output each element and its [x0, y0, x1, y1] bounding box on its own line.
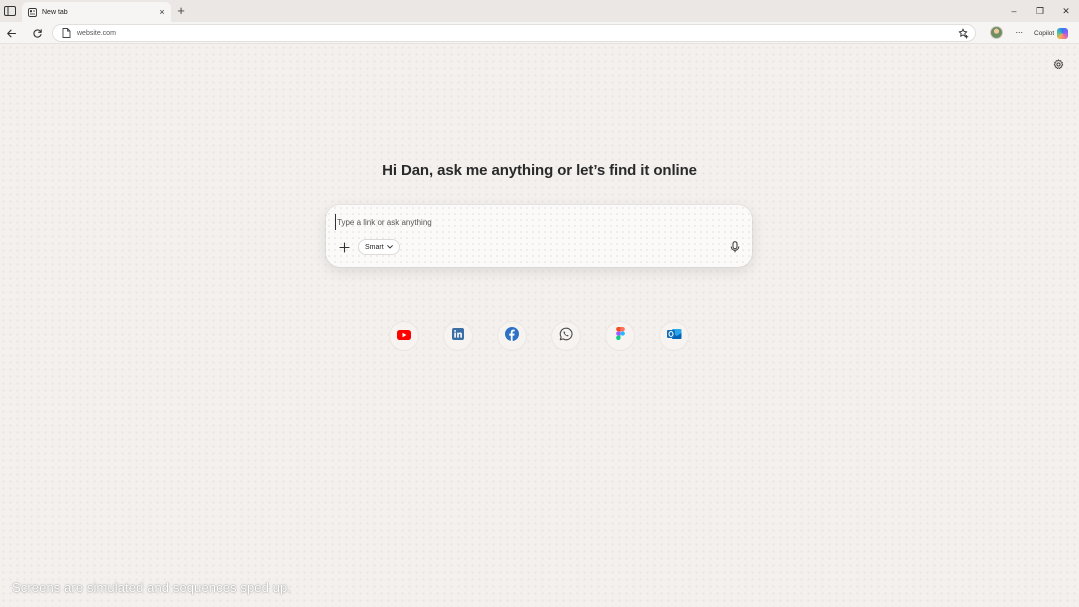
- microphone-icon[interactable]: [728, 240, 742, 254]
- tab-close-icon[interactable]: ×: [157, 7, 167, 17]
- search-input[interactable]: [335, 214, 715, 230]
- quick-link-facebook[interactable]: [498, 322, 526, 350]
- mode-label: Smart: [365, 243, 384, 251]
- tab-new-tab[interactable]: New tab ×: [22, 2, 171, 22]
- copilot-icon: [1057, 27, 1069, 39]
- quick-link-figma[interactable]: [606, 322, 634, 350]
- window-controls: – ❐ ✕: [1001, 0, 1079, 22]
- page-icon: [61, 28, 71, 38]
- copilot-label: Copilot: [1034, 29, 1055, 37]
- sidebar-toggle-icon[interactable]: [3, 4, 17, 18]
- quick-link-youtube[interactable]: [390, 322, 418, 350]
- address-url[interactable]: website.com: [77, 30, 116, 37]
- youtube-icon: [397, 327, 411, 345]
- chevron-down-icon: [386, 245, 393, 249]
- more-options-button[interactable]: ···: [1012, 26, 1026, 40]
- figma-icon: [615, 327, 625, 345]
- facebook-icon: [505, 326, 519, 346]
- quick-link-outlook[interactable]: [660, 322, 688, 350]
- disclaimer-caption: Screens are simulated and sequences sped…: [12, 580, 292, 595]
- page-settings-gear-icon[interactable]: [1052, 58, 1064, 70]
- close-window-button[interactable]: ✕: [1053, 0, 1079, 22]
- minimize-button[interactable]: –: [1001, 0, 1027, 22]
- greeting-heading: Hi Dan, ask me anything or let’s find it…: [382, 162, 697, 179]
- profile-avatar[interactable]: [990, 26, 1003, 39]
- refresh-icon[interactable]: [30, 26, 44, 40]
- mode-dropdown[interactable]: Smart: [358, 239, 400, 255]
- new-tab-page-icon: [28, 7, 37, 17]
- new-tab-button[interactable]: +: [174, 4, 188, 18]
- add-attachment-plus-icon[interactable]: [337, 240, 351, 254]
- tab-strip: New tab × + – ❐ ✕: [0, 0, 1079, 22]
- add-favorite-star-icon[interactable]: [958, 28, 969, 39]
- search-box: Smart: [326, 205, 752, 267]
- quick-link-linkedin[interactable]: [444, 322, 472, 350]
- browser-toolbar: website.com ··· Copilot: [0, 22, 1079, 44]
- quick-link-whatsapp[interactable]: [552, 322, 580, 350]
- whatsapp-icon: [559, 327, 573, 346]
- outlook-icon: [666, 327, 682, 346]
- address-bar[interactable]: website.com: [52, 24, 976, 42]
- copilot-button[interactable]: Copilot: [1034, 25, 1076, 41]
- linkedin-icon: [452, 327, 464, 345]
- quick-links: [0, 322, 1079, 352]
- back-arrow-icon[interactable]: [4, 26, 18, 40]
- tab-title: New tab: [42, 8, 68, 16]
- new-tab-page: Hi Dan, ask me anything or let’s find it…: [0, 44, 1079, 607]
- restore-button[interactable]: ❐: [1027, 0, 1053, 22]
